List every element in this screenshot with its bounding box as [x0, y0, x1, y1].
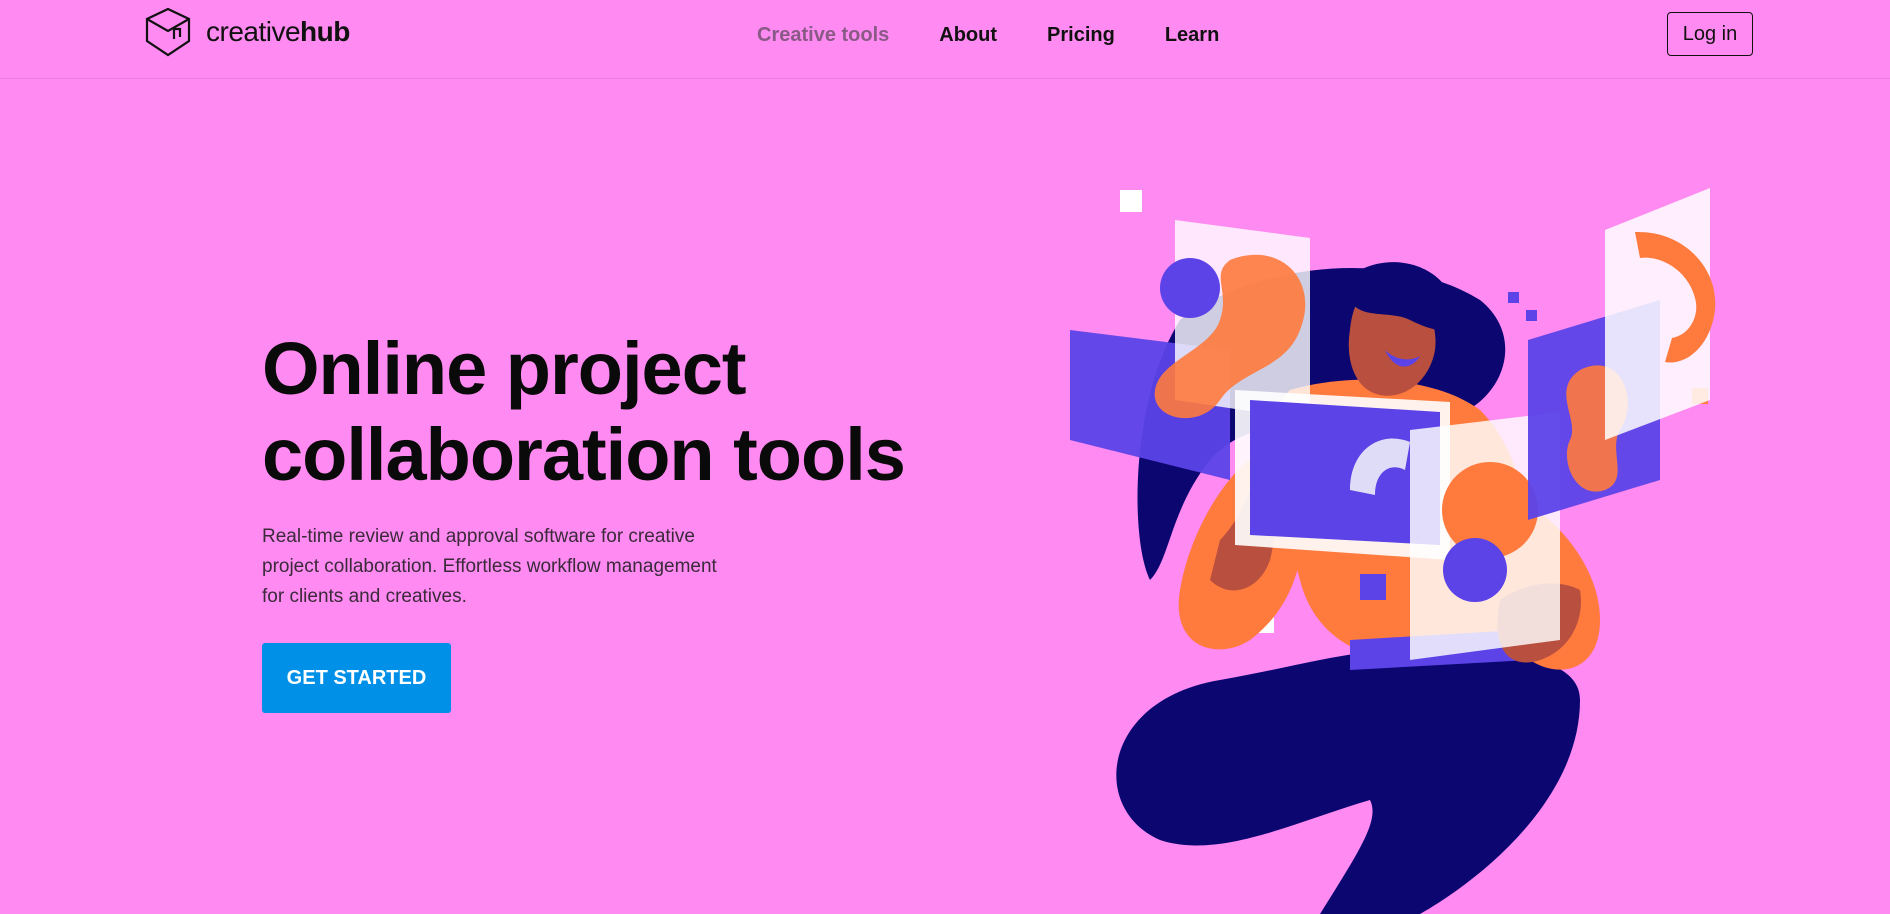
panel-violet-circle	[1443, 538, 1507, 602]
logo-text-bold: hub	[300, 16, 350, 47]
hero-subtitle-line-1: Real-time review and approval software f…	[262, 526, 695, 547]
logo-icon	[145, 7, 191, 57]
logo-link[interactable]: creativehub	[144, 6, 350, 58]
deco-square	[1508, 292, 1519, 303]
logo-text: creativehub	[206, 16, 350, 48]
hero-title: Online project collaboration tools	[262, 326, 962, 498]
nav-creative-tools[interactable]: Creative tools	[757, 24, 889, 47]
hero-illustration	[1070, 188, 1716, 914]
panel-top-right-white	[1605, 188, 1710, 440]
legs	[1116, 650, 1580, 914]
deco-square	[1120, 190, 1142, 212]
top-navigation-bar: creativehub Creative tools About Pricing…	[0, 0, 1890, 79]
nav-pricing[interactable]: Pricing	[1047, 24, 1115, 47]
hero-subtitle: Real-time review and approval software f…	[262, 522, 782, 612]
login-button[interactable]: Log in	[1667, 12, 1753, 56]
get-started-button[interactable]: GET STARTED	[262, 643, 451, 713]
main-nav: Creative tools About Pricing Learn	[757, 24, 1219, 47]
nav-about[interactable]: About	[939, 24, 997, 47]
nav-learn[interactable]: Learn	[1165, 24, 1219, 47]
hero-title-line-1: Online project	[262, 327, 747, 410]
deco-square	[1526, 310, 1537, 321]
hero-subtitle-line-3: for clients and creatives.	[262, 586, 467, 607]
panel-circle-violet	[1160, 258, 1220, 318]
hero-subtitle-line-2: project collaboration. Effortless workfl…	[262, 556, 717, 577]
hero-title-line-2: collaboration tools	[262, 413, 906, 496]
logo-text-light: creative	[206, 16, 301, 47]
panel-violet-square	[1360, 574, 1386, 600]
